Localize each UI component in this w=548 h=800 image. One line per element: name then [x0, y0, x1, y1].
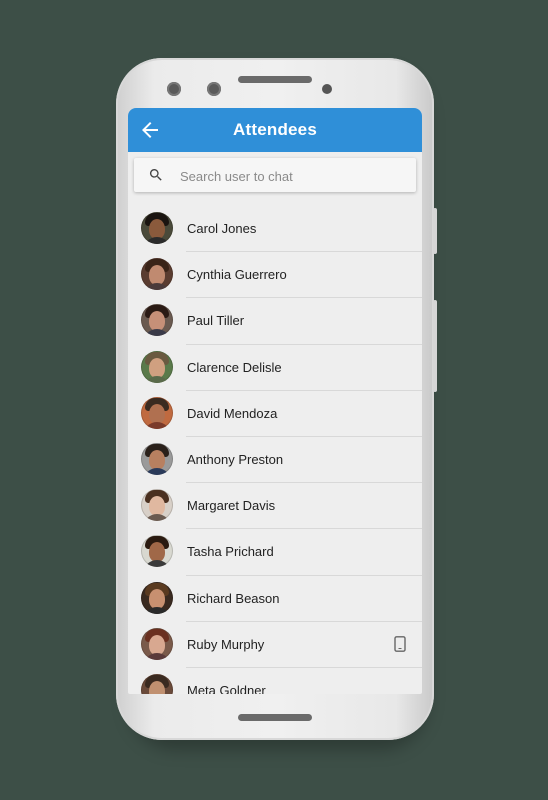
attendee-name: Tasha Prichard — [187, 544, 274, 560]
avatar-shoulders — [143, 467, 171, 475]
avatar — [141, 489, 173, 522]
avatar-shoulders — [143, 329, 171, 337]
list-item[interactable]: Ruby Murphy — [128, 622, 422, 668]
avatar-shoulders — [143, 237, 171, 244]
front-camera — [167, 82, 181, 96]
avatar — [141, 350, 173, 383]
avatar-face — [149, 357, 165, 378]
avatar — [141, 627, 173, 660]
attendee-name: Margaret Davis — [187, 498, 276, 514]
list-item[interactable]: David Mendoza — [128, 391, 422, 437]
list-item[interactable]: Anthony Preston — [128, 437, 422, 484]
avatar — [141, 258, 173, 291]
avatar-face — [149, 265, 165, 286]
bottom-speaker — [238, 714, 312, 721]
app-bar: Attendees — [128, 108, 422, 152]
attendee-name: Clarence Delisle — [187, 359, 282, 375]
proximity-sensor — [322, 84, 332, 94]
avatar — [141, 535, 173, 568]
list-item[interactable]: Clarence Delisle — [128, 345, 422, 391]
avatar-face — [149, 496, 165, 517]
front-camera-secondary — [207, 82, 221, 96]
search-bar — [134, 158, 416, 192]
avatar-face — [149, 403, 165, 424]
avatar-face — [149, 219, 165, 239]
attendee-list: Carol Jones Cynthia Guerrero Paul Tiller Cl… — [128, 206, 422, 694]
avatar — [141, 304, 173, 337]
avatar-shoulders — [143, 421, 171, 429]
search-icon — [149, 169, 162, 181]
volume-button — [433, 208, 437, 254]
attendee-name: Anthony Preston — [187, 451, 284, 467]
app-screen: Attendees Carol Jones Cynthia Guerrero Pau… — [128, 108, 422, 694]
avatar — [141, 581, 173, 614]
avatar-face — [149, 542, 165, 563]
earpiece-speaker — [238, 76, 312, 83]
list-item[interactable]: Tasha Prichard — [128, 529, 422, 576]
avatar-shoulders — [143, 375, 171, 383]
avatar-shoulders — [143, 652, 171, 660]
attendee-name: Paul Tiller — [187, 313, 245, 329]
avatar — [141, 673, 173, 694]
avatar — [141, 442, 173, 475]
mobile-device-icon — [394, 635, 406, 652]
list-item[interactable]: Margaret Davis — [128, 483, 422, 530]
power-button — [433, 300, 437, 392]
attendee-name: Richard Beason — [187, 590, 280, 606]
list-item[interactable]: Cynthia Guerrero — [128, 252, 422, 299]
avatar-shoulders — [143, 283, 171, 291]
attendee-name: Ruby Murphy — [187, 636, 265, 652]
avatar-shoulders — [143, 606, 171, 614]
list-item[interactable]: Meta Goldner — [128, 668, 422, 694]
avatar-face — [149, 311, 165, 332]
avatar-shoulders — [143, 514, 171, 522]
search-input[interactable] — [178, 164, 407, 188]
attendee-name: David Mendoza — [187, 405, 278, 421]
avatar-face — [149, 634, 165, 655]
avatar — [141, 396, 173, 429]
avatar-shoulders — [143, 560, 171, 568]
list-item[interactable]: Carol Jones — [128, 206, 422, 253]
page-title: Attendees — [233, 120, 317, 139]
avatar-face — [149, 588, 165, 609]
attendee-name: Cynthia Guerrero — [187, 267, 287, 283]
list-item[interactable]: Richard Beason — [128, 576, 422, 622]
attendee-name: Carol Jones — [187, 221, 257, 236]
attendee-name: Meta Goldner — [187, 682, 266, 694]
list-item[interactable]: Paul Tiller — [128, 298, 422, 345]
avatar-face — [149, 449, 165, 470]
avatar — [141, 212, 173, 244]
